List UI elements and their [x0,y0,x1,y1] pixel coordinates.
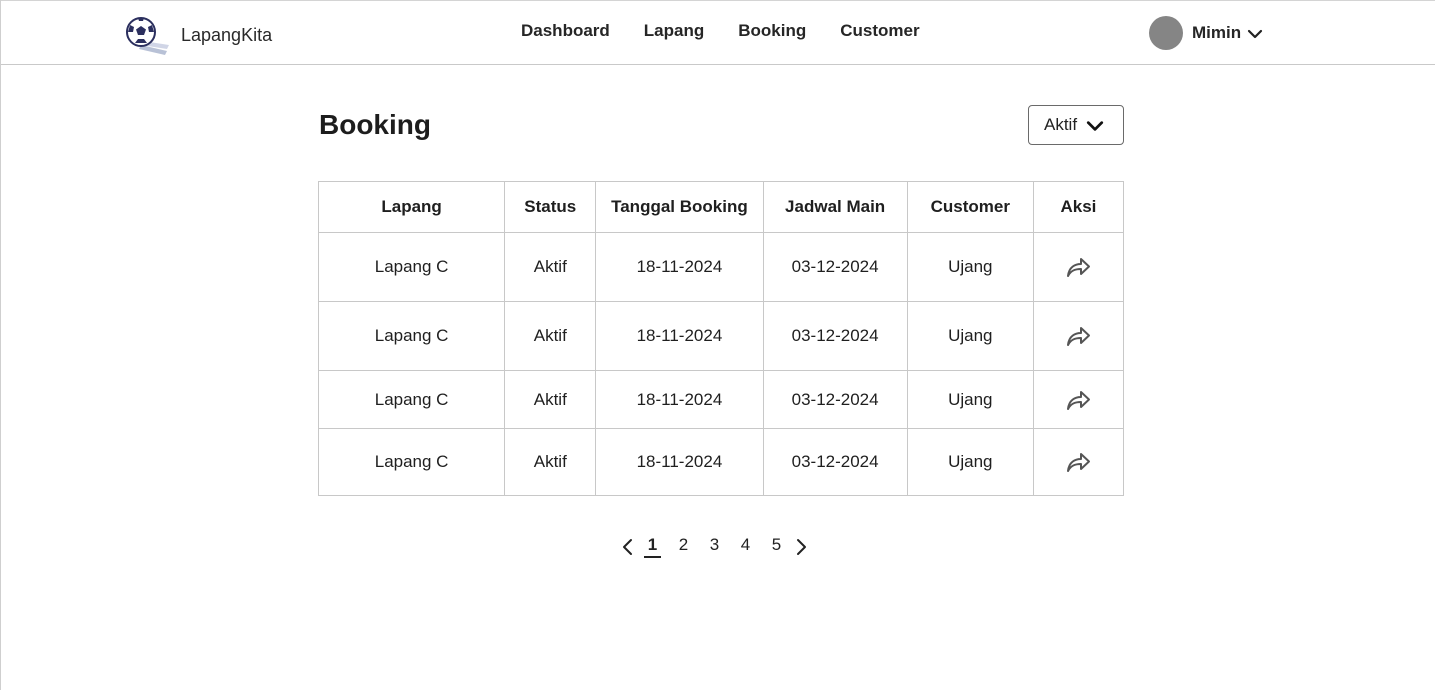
cell-lapang: Lapang C [317,428,506,496]
status-filter-dropdown[interactable]: Aktif [1028,105,1124,145]
page-button-2[interactable]: 2 [668,535,699,559]
table-row: Lapang C Aktif 18-11-2024 03-12-2024 Uja… [317,301,1125,371]
cell-aksi [1032,428,1125,496]
page-button-1[interactable]: 1 [637,535,668,559]
page-button-5[interactable]: 5 [761,535,792,559]
cell-tanggal-booking: 18-11-2024 [595,370,764,429]
cell-status: Aktif [504,301,597,371]
cell-jadwal-main: 03-12-2024 [762,301,908,371]
share-forward-icon[interactable] [1064,254,1092,280]
brand[interactable]: LapangKita [125,15,272,55]
page-title: Booking [319,109,431,140]
table-row: Lapang C Aktif 18-11-2024 03-12-2024 Uja… [317,428,1125,496]
cell-tanggal-booking: 18-11-2024 [595,301,764,371]
cell-lapang: Lapang C [317,370,506,429]
user-menu[interactable]: Mimin [1149,16,1263,50]
cell-lapang: Lapang C [317,301,506,371]
share-forward-icon[interactable] [1064,387,1092,413]
page-button-4[interactable]: 4 [730,535,761,559]
cell-jadwal-main: 03-12-2024 [762,428,908,496]
column-header-customer: Customer [906,181,1034,233]
cell-customer: Ujang [906,428,1034,496]
chevron-down-icon [1086,121,1104,131]
soccer-ball-icon [126,17,169,55]
cell-lapang: Lapang C [317,232,506,302]
nav-item-customer[interactable]: Customer [840,21,919,41]
cell-status: Aktif [504,370,597,429]
cell-customer: Ujang [906,232,1034,302]
column-header-tanggal-booking: Tanggal Booking [595,181,764,233]
brand-name: LapangKita [181,24,273,45]
chevron-down-icon [1248,29,1263,39]
top-navbar: LapangKita Dashboard Lapang Booking Cust… [1,0,1435,65]
main-nav: Dashboard Lapang Booking Customer [521,21,954,41]
share-forward-icon[interactable] [1064,449,1092,475]
column-header-lapang: Lapang [317,181,506,233]
status-filter-value: Aktif [1044,115,1078,134]
cell-status: Aktif [504,428,597,496]
booking-table: Lapang Status Tanggal Booking Jadwal Mai… [317,181,1125,496]
column-header-status: Status [504,181,597,233]
cell-jadwal-main: 03-12-2024 [762,370,908,429]
cell-aksi [1032,232,1125,302]
page-button-3[interactable]: 3 [699,535,730,559]
table-header-row: Lapang Status Tanggal Booking Jadwal Mai… [317,181,1125,233]
nav-item-lapang[interactable]: Lapang [644,21,704,41]
chevron-right-icon[interactable] [792,536,810,558]
chevron-left-icon[interactable] [619,536,637,558]
column-header-jadwal-main: Jadwal Main [762,181,908,233]
nav-item-booking[interactable]: Booking [738,21,806,41]
share-forward-icon[interactable] [1064,323,1092,349]
avatar [1149,16,1183,50]
table-row: Lapang C Aktif 18-11-2024 03-12-2024 Uja… [317,232,1125,302]
cell-aksi [1032,370,1125,429]
cell-tanggal-booking: 18-11-2024 [595,428,764,496]
table-row: Lapang C Aktif 18-11-2024 03-12-2024 Uja… [317,370,1125,429]
cell-customer: Ujang [906,370,1034,429]
nav-item-dashboard[interactable]: Dashboard [521,21,610,41]
cell-customer: Ujang [906,301,1034,371]
cell-jadwal-main: 03-12-2024 [762,232,908,302]
column-header-aksi: Aksi [1032,181,1125,233]
cell-tanggal-booking: 18-11-2024 [595,232,764,302]
user-name: Mimin [1192,23,1242,42]
pagination: 1 2 3 4 5 [619,535,810,559]
cell-status: Aktif [504,232,597,302]
cell-aksi [1032,301,1125,371]
